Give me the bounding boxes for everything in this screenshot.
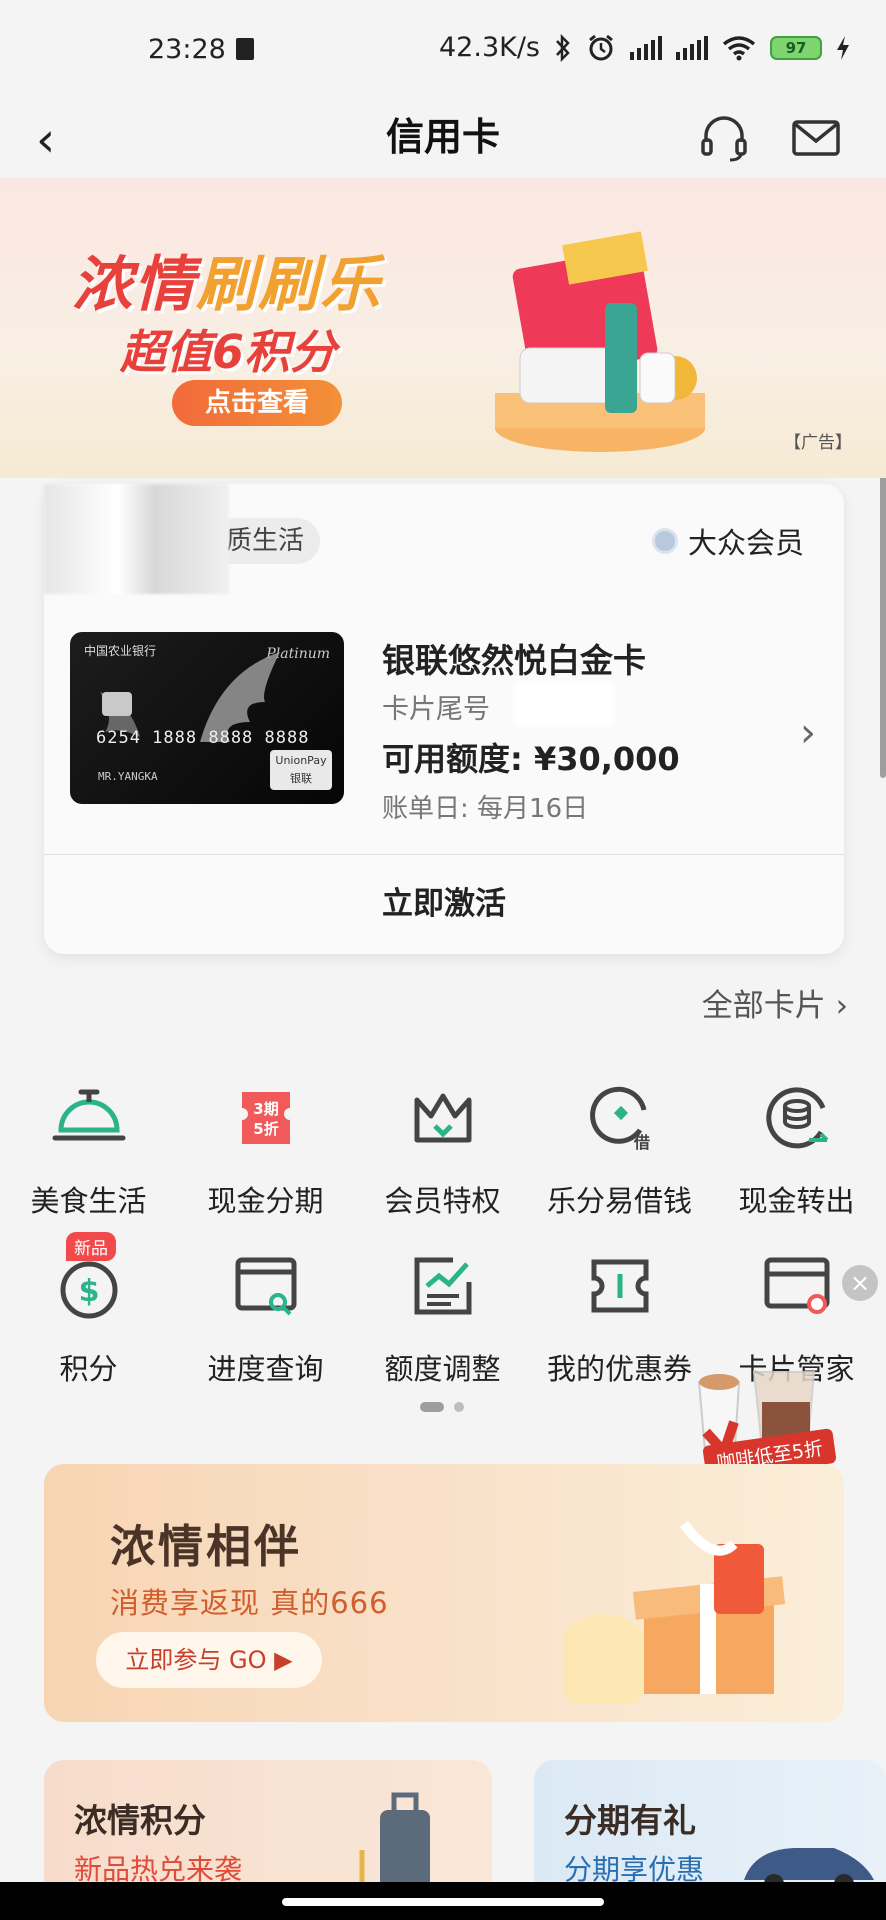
hd-signal-icon xyxy=(676,35,708,60)
card-tail: 卡片尾号 xyxy=(382,694,490,725)
signal-icon xyxy=(630,35,662,60)
status-time: 23:28 xyxy=(148,34,226,65)
svg-text:$: $ xyxy=(78,1274,99,1309)
home-indicator-bar xyxy=(0,1882,886,1920)
activate-button[interactable]: 立即激活 xyxy=(44,855,844,954)
card-chip-icon xyxy=(102,692,132,716)
grid-label: 进度查询 xyxy=(207,1352,324,1386)
crown-icon xyxy=(414,1093,471,1143)
home-indicator[interactable] xyxy=(282,1898,604,1906)
installment-badge-bottom: 5折 xyxy=(253,1120,278,1138)
mini-card-installment[interactable]: 分期有礼 分期享优惠 xyxy=(534,1760,886,1900)
promo-card[interactable]: 浓情相伴 消费享返现 真的666 立即参与 GO ▶ xyxy=(44,1464,844,1722)
loan-badge: 借 xyxy=(632,1133,649,1152)
promo-join-button[interactable]: 立即参与 GO ▶ xyxy=(96,1632,322,1688)
banner-title-part2: 刷刷乐 xyxy=(196,250,382,320)
gift-box-illustration xyxy=(495,231,705,452)
limit-adjust-icon xyxy=(414,1257,471,1315)
page-title: 信用卡 xyxy=(385,115,500,159)
alarm-icon xyxy=(589,34,613,60)
grid-label: 会员特权 xyxy=(384,1184,501,1218)
installment-badge-top: 3期 xyxy=(253,1100,278,1118)
grid-item-limit[interactable]: 额度调整 xyxy=(354,1246,531,1388)
pager-dot-active xyxy=(420,1402,444,1412)
card-name: 银联悠然悦白金卡 xyxy=(382,641,646,680)
all-cards-link[interactable]: 全部卡片 › xyxy=(702,980,848,1025)
mini-card-points[interactable]: 浓情积分 新品热兑来袭 xyxy=(44,1760,492,1900)
network-speed: 42.3K/s xyxy=(439,32,540,63)
new-badge: 新品 xyxy=(66,1232,116,1261)
grid-item-points[interactable]: 新品 $ 积分 xyxy=(0,1232,177,1388)
app-header: ‹ 信用卡 xyxy=(0,100,886,182)
mail-icon[interactable] xyxy=(788,110,844,166)
credit-card-panel: 质生活 大众会员 中国农业银行 Platinum 6254 1888 8888 … xyxy=(44,484,844,954)
grid-label: 现金分期 xyxy=(207,1184,324,1218)
charging-icon xyxy=(837,35,849,60)
status-bar: 23:28 42.3K/s 97 xyxy=(0,0,886,100)
card-limit: 可用额度: ¥30,000 xyxy=(382,740,680,778)
chevron-right-icon[interactable]: › xyxy=(800,710,816,756)
headset-icon[interactable] xyxy=(696,110,752,166)
grid-item-cash-transfer[interactable]: 现金转出 xyxy=(708,1078,885,1220)
loan-icon: 借 xyxy=(589,1086,650,1152)
card-tail-mask xyxy=(514,682,614,726)
blurred-avatar xyxy=(44,484,229,594)
close-icon[interactable]: × xyxy=(842,1265,878,1301)
coupon-icon xyxy=(591,1259,648,1313)
grid-label: 美食生活 xyxy=(30,1184,147,1218)
card-holder: MR.YANGKA xyxy=(98,770,158,783)
promo-title: 浓情相伴 xyxy=(110,1520,303,1573)
member-level[interactable]: 大众会员 xyxy=(651,520,804,562)
wifi-icon xyxy=(722,35,756,60)
progress-search-icon xyxy=(235,1257,296,1316)
member-level-label: 大众会员 xyxy=(687,526,804,560)
food-cloche-icon xyxy=(52,1089,125,1141)
grid-label: 乐分易借钱 xyxy=(546,1184,692,1218)
promo-subtitle: 消费享返现 真的666 xyxy=(110,1586,389,1620)
mini-card-title: 浓情积分 xyxy=(74,1801,206,1840)
grid-pager xyxy=(420,1402,464,1412)
card-number: 6254 1888 8888 8888 xyxy=(96,728,310,748)
bluetooth-icon xyxy=(556,33,570,62)
grid-label: 额度调整 xyxy=(384,1352,501,1386)
grid-item-food[interactable]: 美食生活 xyxy=(0,1078,177,1220)
grid-item-vip[interactable]: 会员特权 xyxy=(354,1078,531,1220)
mini-card-title: 分期有礼 xyxy=(564,1801,696,1840)
gift-box-illustration xyxy=(564,1520,786,1704)
battery-icon: 97 xyxy=(770,35,822,60)
grid-item-loan[interactable]: 借 乐分易借钱 xyxy=(531,1078,708,1220)
grid-item-progress[interactable]: 进度查询 xyxy=(177,1246,354,1388)
grid-item-coupon[interactable]: 我的优惠券 xyxy=(531,1246,708,1388)
ad-label: 【广告】 xyxy=(784,433,852,453)
banner-subtitle: 超值6积分 xyxy=(120,325,337,379)
credit-card-image[interactable]: 中国农业银行 Platinum 6254 1888 8888 8888 MR.Y… xyxy=(70,632,344,804)
promo-banner[interactable]: 浓情刷刷乐 超值6积分 点击查看 【广告】 xyxy=(0,178,886,478)
grid-label: 我的优惠券 xyxy=(546,1352,692,1386)
trash-icon xyxy=(236,38,254,60)
banner-view-button[interactable]: 点击查看 xyxy=(172,380,342,426)
grid-label: 现金转出 xyxy=(738,1184,855,1218)
banner-title-part1: 浓情 xyxy=(72,250,196,320)
grid-item-installment[interactable]: 3期 5折 现金分期 xyxy=(177,1078,354,1220)
card-bill-day: 账单日: 每月16日 xyxy=(382,794,589,824)
banner-title: 浓情刷刷乐 xyxy=(72,236,382,323)
status-right: 42.3K/s 97 xyxy=(439,32,850,63)
grid-label: 积分 xyxy=(59,1352,118,1386)
pager-dot xyxy=(454,1402,464,1412)
cash-transfer-icon xyxy=(765,1087,828,1149)
card-manager-icon xyxy=(764,1257,829,1314)
member-badge-icon xyxy=(651,528,678,554)
unionpay-logo: UnionPay 银联 xyxy=(270,750,332,790)
installment-ticket-icon: 3期5折 xyxy=(241,1092,290,1144)
